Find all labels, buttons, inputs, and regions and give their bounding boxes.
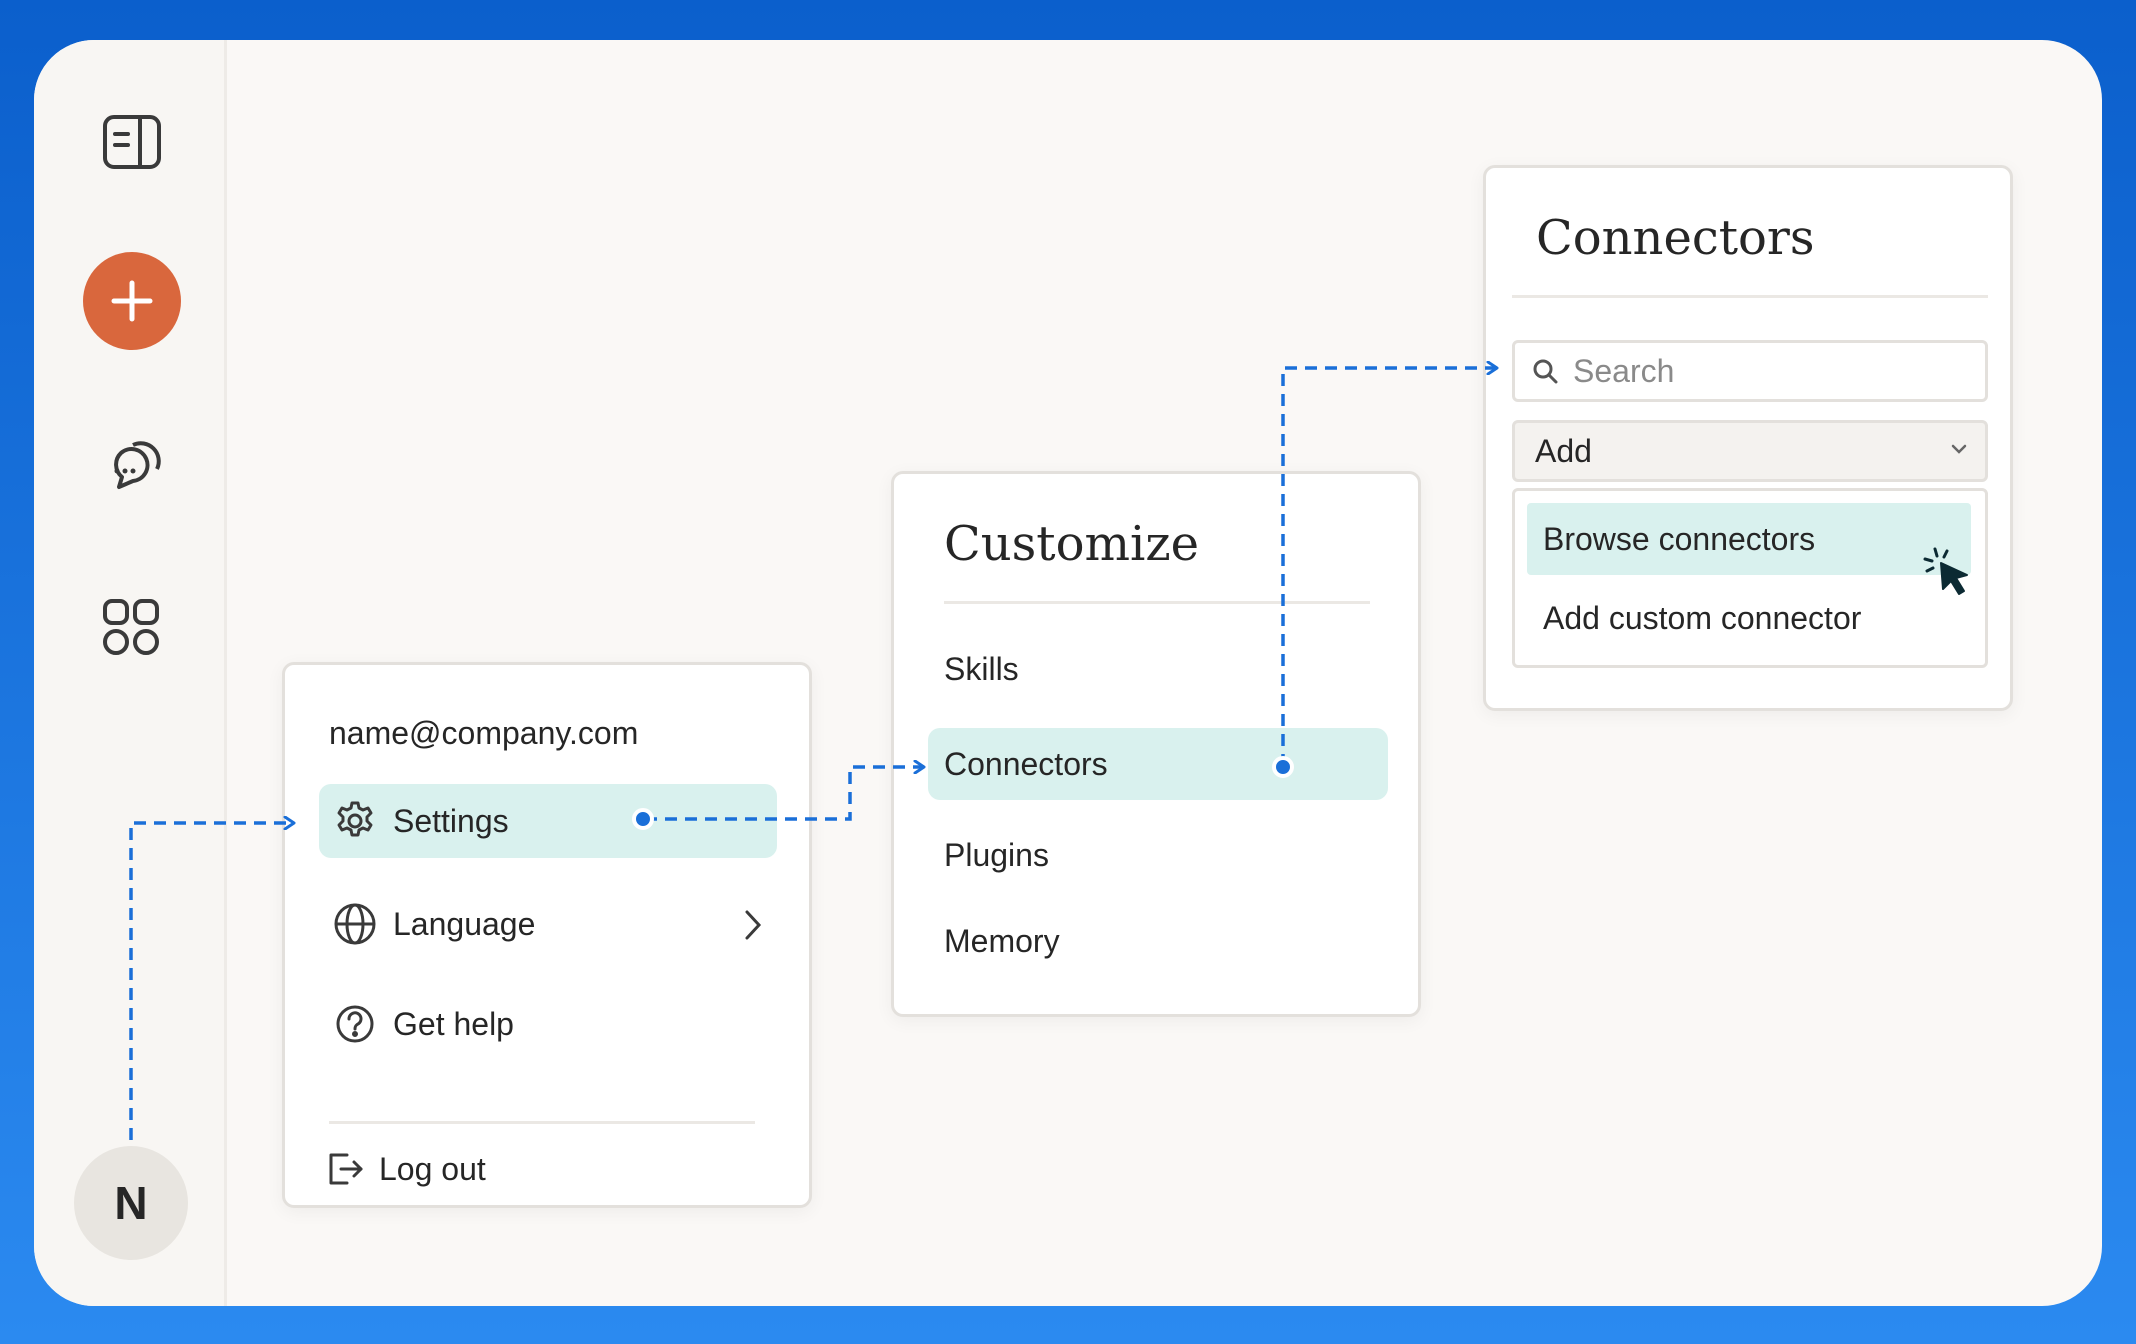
search-placeholder: Search bbox=[1573, 352, 1675, 389]
add-dropdown-list: Browse connectors Add custom connector bbox=[1512, 488, 1988, 668]
menu-item-get-help[interactable]: Get help bbox=[319, 987, 777, 1061]
search-input[interactable]: Search bbox=[1512, 340, 1988, 402]
sidebar-toggle-icon[interactable] bbox=[98, 108, 166, 176]
apps-grid-icon[interactable] bbox=[96, 592, 166, 662]
menu-item-settings[interactable]: Settings bbox=[319, 784, 777, 858]
add-select-value: Add bbox=[1535, 432, 1592, 469]
connectors-title: Connectors bbox=[1536, 210, 1815, 266]
gear-icon bbox=[333, 799, 377, 843]
option-browse-connectors[interactable]: Browse connectors bbox=[1527, 503, 1971, 575]
new-chat-button[interactable] bbox=[83, 252, 181, 350]
menu-item-label: Get help bbox=[393, 1005, 514, 1042]
menu-item-label: Language bbox=[393, 905, 536, 942]
connectors-divider bbox=[1512, 295, 1988, 298]
customize-title: Customize bbox=[944, 516, 1200, 572]
add-select[interactable]: Add bbox=[1512, 420, 1988, 482]
chevron-right-icon bbox=[743, 909, 763, 946]
menu-item-skills[interactable]: Skills bbox=[930, 634, 1390, 704]
menu-item-label: Settings bbox=[393, 802, 509, 839]
menu-item-label: Skills bbox=[944, 650, 1019, 687]
customize-divider bbox=[944, 601, 1370, 604]
avatar-letter: N bbox=[114, 1177, 148, 1229]
menu-item-label: Connectors bbox=[944, 745, 1108, 782]
option-add-custom-connector[interactable]: Add custom connector bbox=[1527, 587, 1971, 649]
search-icon bbox=[1531, 357, 1559, 385]
menu-item-memory[interactable]: Memory bbox=[930, 906, 1390, 976]
globe-icon bbox=[333, 902, 377, 946]
menu-item-label: Memory bbox=[944, 922, 1060, 959]
menu-item-label: Log out bbox=[379, 1150, 486, 1187]
option-label: Browse connectors bbox=[1543, 520, 1816, 557]
menu-divider bbox=[329, 1121, 755, 1124]
menu-item-label: Plugins bbox=[944, 836, 1049, 873]
chevron-down-icon bbox=[1949, 441, 1969, 462]
connectors-panel: Connectors Search Add Browse connectors bbox=[1483, 165, 2013, 711]
help-circle-icon bbox=[333, 1002, 377, 1046]
pointer-cursor-icon bbox=[1923, 545, 1975, 606]
customize-menu: Customize Skills Connectors Plugins Memo… bbox=[891, 471, 1421, 1017]
account-email: name@company.com bbox=[329, 714, 639, 751]
avatar[interactable]: N bbox=[74, 1146, 188, 1260]
account-menu: name@company.com Settings Language Get h… bbox=[282, 662, 812, 1208]
sidebar: N bbox=[34, 40, 227, 1306]
option-label: Add custom connector bbox=[1543, 599, 1862, 636]
menu-item-connectors[interactable]: Connectors bbox=[928, 728, 1388, 800]
menu-item-log-out[interactable]: Log out bbox=[319, 1139, 777, 1199]
app-window: N name@company.com Settings Language Get… bbox=[34, 40, 2102, 1306]
logout-icon bbox=[323, 1147, 367, 1191]
menu-item-plugins[interactable]: Plugins bbox=[930, 820, 1390, 890]
menu-item-language[interactable]: Language bbox=[319, 887, 777, 961]
chat-bubbles-icon[interactable] bbox=[96, 432, 166, 502]
